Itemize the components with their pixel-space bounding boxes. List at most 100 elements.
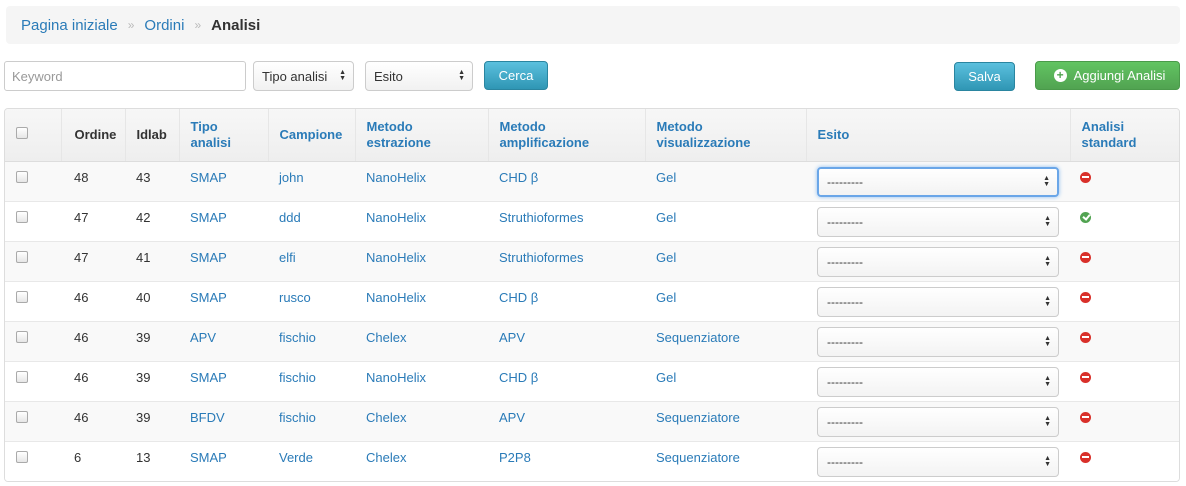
cell-tipo-analisi-link[interactable]: SMAP (179, 240, 268, 281)
cell-idlab: 40 (125, 280, 179, 321)
cell-metodo-amplificazione-link[interactable]: CHD β (488, 160, 645, 201)
search-button[interactable]: Cerca (484, 61, 548, 90)
select-arrows-icon: ▲ ▼ (1044, 334, 1051, 348)
cell-metodo-estrazione-link[interactable]: NanoHelix (355, 280, 488, 321)
cell-campione-link[interactable]: fischio (268, 320, 355, 361)
cell-metodo-estrazione-link[interactable]: NanoHelix (355, 240, 488, 281)
select-all-checkbox[interactable] (16, 126, 28, 139)
cell-metodo-amplificazione-link[interactable]: CHD β (488, 280, 645, 321)
row-checkbox[interactable] (16, 250, 28, 263)
keyword-search-input[interactable] (4, 61, 246, 91)
breadcrumb-current: Analisi (211, 16, 261, 34)
cell-metodo-amplificazione-link[interactable]: CHD β (488, 360, 645, 401)
cell-metodo-estrazione-link[interactable]: NanoHelix (355, 360, 488, 401)
plus-circle-icon: + (1053, 69, 1067, 82)
cell-metodo-estrazione-link[interactable]: Chelex (355, 400, 488, 441)
header-metodo-estrazione-line2: estrazione (366, 134, 431, 150)
minus-circle-icon (1080, 291, 1091, 303)
esito-select[interactable]: --------- ▲ ▼ (817, 286, 1059, 317)
esito-select[interactable]: --------- ▲ ▼ (817, 246, 1059, 277)
cell-idlab: 41 (125, 240, 179, 281)
row-select-cell (5, 360, 61, 401)
row-checkbox[interactable] (16, 410, 28, 423)
cell-metodo-amplificazione-link[interactable]: P2P8 (488, 440, 645, 481)
cell-campione-link[interactable]: ddd (268, 200, 355, 241)
cell-tipo-analisi-link[interactable]: SMAP (179, 160, 268, 201)
table-row: 46 40 SMAP rusco NanoHelix CHD β Gel --------- ▲… (5, 280, 1179, 321)
row-select-cell (5, 320, 61, 361)
cell-tipo-analisi-link[interactable]: APV (179, 320, 268, 361)
header-ordine[interactable]: Ordine (60, 109, 125, 162)
header-tipo-analisi[interactable]: Tipo analisi (178, 109, 268, 162)
cell-metodo-estrazione-link[interactable]: Chelex (355, 320, 488, 361)
cell-metodo-visualizzazione-link[interactable]: Gel (645, 360, 806, 401)
cell-metodo-visualizzazione-link[interactable]: Gel (645, 200, 806, 241)
cell-metodo-visualizzazione-link[interactable]: Gel (645, 160, 806, 201)
cell-metodo-estrazione-link[interactable]: NanoHelix (355, 160, 488, 201)
save-button[interactable]: Salva (954, 62, 1015, 91)
cell-tipo-analisi-link[interactable]: SMAP (179, 440, 268, 481)
cell-campione-link[interactable]: john (268, 160, 355, 201)
breadcrumb-home-link[interactable]: Pagina iniziale (21, 17, 118, 34)
esito-select[interactable]: --------- ▲ ▼ (817, 326, 1059, 357)
cell-metodo-visualizzazione-link[interactable]: Sequenziatore (645, 320, 806, 361)
breadcrumb-orders-link[interactable]: Ordini (144, 17, 184, 34)
select-arrows-icon: ▲ ▼ (1044, 294, 1051, 308)
header-idlab[interactable]: Idlab (124, 109, 179, 162)
cell-campione-link[interactable]: fischio (268, 400, 355, 441)
add-analysis-button[interactable]: + Aggiungi Analisi (1035, 61, 1180, 90)
cell-tipo-analisi-link[interactable]: BFDV (179, 400, 268, 441)
minus-circle-icon (1080, 331, 1091, 343)
select-arrows-icon: ▲ ▼ (458, 69, 465, 82)
row-select-cell (5, 240, 61, 281)
row-checkbox[interactable] (16, 330, 28, 343)
cell-campione-link[interactable]: fischio (268, 360, 355, 401)
header-analisi-standard[interactable]: Analisi standard (1069, 109, 1179, 162)
cell-ordine: 47 (61, 240, 125, 281)
cell-esito: --------- ▲ ▼ (806, 320, 1070, 361)
esito-select[interactable]: --------- ▲ ▼ (817, 446, 1059, 477)
analyses-table: Ordine Idlab Tipo analisi Campione Metod… (4, 108, 1180, 482)
cell-idlab: 39 (125, 360, 179, 401)
cell-tipo-analisi-link[interactable]: SMAP (179, 200, 268, 241)
cell-metodo-amplificazione-link[interactable]: Struthioformes (488, 240, 645, 281)
cell-metodo-amplificazione-link[interactable]: APV (488, 400, 645, 441)
esito-select[interactable]: --------- ▲ ▼ (817, 166, 1059, 197)
row-checkbox[interactable] (16, 290, 28, 303)
esito-filter-select[interactable]: Esito ▲ ▼ (365, 61, 473, 91)
cell-campione-link[interactable]: elfi (268, 240, 355, 281)
esito-select-value: --------- (827, 254, 863, 269)
cell-metodo-estrazione-link[interactable]: NanoHelix (355, 200, 488, 241)
table-row: 46 39 BFDV fischio Chelex APV Sequenziatore ---… (5, 400, 1179, 441)
cell-metodo-visualizzazione-link[interactable]: Gel (645, 280, 806, 321)
row-checkbox[interactable] (16, 210, 28, 223)
row-checkbox[interactable] (16, 370, 28, 383)
header-campione[interactable]: Campione (267, 109, 355, 162)
cell-metodo-visualizzazione-link[interactable]: Sequenziatore (645, 440, 806, 481)
esito-select[interactable]: --------- ▲ ▼ (817, 366, 1059, 397)
cell-tipo-analisi-link[interactable]: SMAP (179, 280, 268, 321)
row-checkbox[interactable] (16, 170, 28, 183)
esito-select[interactable]: --------- ▲ ▼ (817, 406, 1059, 437)
cell-metodo-visualizzazione-link[interactable]: Sequenziatore (645, 400, 806, 441)
row-select-cell (5, 400, 61, 441)
tipo-analisi-select[interactable]: Tipo analisi ▲ ▼ (253, 61, 354, 91)
table-row: 46 39 SMAP fischio NanoHelix CHD β Gel --------… (5, 360, 1179, 401)
header-esito[interactable]: Esito (805, 109, 1070, 162)
header-analisi-standard-line1: Analisi (1081, 118, 1125, 134)
cell-metodo-visualizzazione-link[interactable]: Gel (645, 240, 806, 281)
header-metodo-amplificazione[interactable]: Metodo amplificazione (487, 109, 645, 162)
breadcrumb-separator: » (194, 18, 202, 32)
row-checkbox[interactable] (16, 450, 28, 463)
cell-tipo-analisi-link[interactable]: SMAP (179, 360, 268, 401)
cell-campione-link[interactable]: Verde (268, 440, 355, 481)
cell-esito: --------- ▲ ▼ (806, 160, 1070, 201)
cell-metodo-estrazione-link[interactable]: Chelex (355, 440, 488, 481)
header-metodo-estrazione[interactable]: Metodo estrazione (354, 109, 488, 162)
header-metodo-amplificazione-line2: amplificazione (499, 134, 590, 150)
cell-metodo-amplificazione-link[interactable]: APV (488, 320, 645, 361)
cell-metodo-amplificazione-link[interactable]: Struthioformes (488, 200, 645, 241)
cell-campione-link[interactable]: rusco (268, 280, 355, 321)
header-metodo-visualizzazione[interactable]: Metodo visualizzazione (644, 109, 806, 162)
esito-select[interactable]: --------- ▲ ▼ (817, 206, 1059, 237)
